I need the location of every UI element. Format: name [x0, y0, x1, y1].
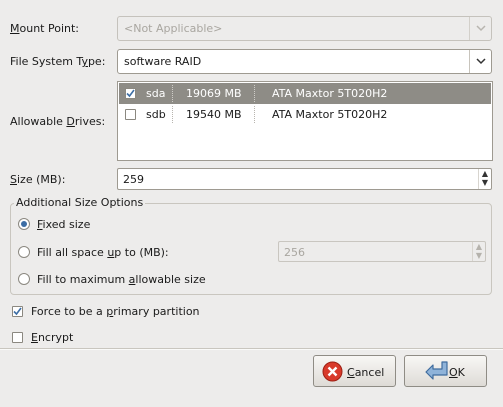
encrypt-label[interactable]: Encrypt: [31, 331, 73, 344]
fill-up-to-label[interactable]: Fill all space up to (MB):: [37, 246, 169, 259]
drive-name: sda: [146, 87, 166, 100]
chevron-down-icon: [469, 50, 491, 73]
encrypt-checkbox[interactable]: [12, 332, 23, 343]
column-divider: [254, 106, 255, 123]
drive-row-sda[interactable]: sda 19069 MB ATA Maxtor 5T020H2: [119, 83, 491, 104]
fill-max-label[interactable]: Fill to maximum allowable size: [37, 273, 206, 286]
drives-label: Allowable Drives:: [10, 115, 106, 128]
drive-model: ATA Maxtor 5T020H2: [272, 108, 388, 121]
enter-arrow-icon: [423, 360, 449, 385]
size-options-title: Additional Size Options: [14, 196, 146, 209]
fill-up-to-spinner[interactable]: 256 ▲ ▼: [278, 241, 486, 262]
drive-sdb-checkbox[interactable]: [125, 109, 136, 120]
drive-model: ATA Maxtor 5T020H2: [272, 87, 388, 100]
cancel-icon: [322, 361, 343, 385]
spinner-arrows-icon[interactable]: ▲ ▼: [472, 242, 485, 261]
fill-max-radio[interactable]: [18, 273, 30, 285]
ok-label: OK: [449, 366, 465, 379]
fill-up-to-value: 256: [284, 246, 305, 259]
ok-button[interactable]: OK: [404, 355, 487, 387]
fs-type-label: File System Type:: [10, 55, 106, 68]
column-divider: [254, 85, 255, 102]
chevron-down-icon: [469, 17, 491, 40]
drive-size: 19540 MB: [186, 108, 242, 121]
drive-name: sdb: [146, 108, 166, 121]
drive-row-sdb[interactable]: sdb 19540 MB ATA Maxtor 5T020H2: [119, 104, 491, 125]
button-separator: [0, 348, 503, 350]
column-divider: [172, 85, 173, 102]
mount-point-value: <Not Applicable>: [124, 22, 223, 35]
cancel-label: Cancel: [347, 366, 385, 379]
fixed-size-label[interactable]: Fixed size: [37, 218, 90, 231]
primary-label[interactable]: Force to be a primary partition: [31, 305, 200, 318]
size-spinner[interactable]: 259 ▲ ▼: [117, 168, 492, 190]
fixed-size-radio[interactable]: [18, 218, 30, 230]
mount-point-label: Mount Point:: [10, 22, 80, 35]
primary-checkbox[interactable]: [12, 306, 23, 317]
drive-sda-checkbox[interactable]: [125, 88, 136, 99]
fs-type-value: software RAID: [124, 55, 202, 68]
size-label: Size (MB):: [10, 173, 66, 186]
drive-size: 19069 MB: [186, 87, 242, 100]
size-value: 259: [123, 173, 144, 186]
fill-up-to-radio[interactable]: [18, 246, 30, 258]
drives-list[interactable]: sda 19069 MB ATA Maxtor 5T020H2 sdb 1954…: [117, 81, 493, 161]
radio-selected-dot: [21, 221, 27, 227]
cancel-button[interactable]: Cancel: [313, 355, 396, 387]
spinner-arrows-icon[interactable]: ▲ ▼: [478, 169, 491, 189]
column-divider: [172, 106, 173, 123]
fs-type-combo[interactable]: software RAID: [117, 49, 492, 74]
mount-point-combo[interactable]: <Not Applicable>: [117, 16, 492, 41]
